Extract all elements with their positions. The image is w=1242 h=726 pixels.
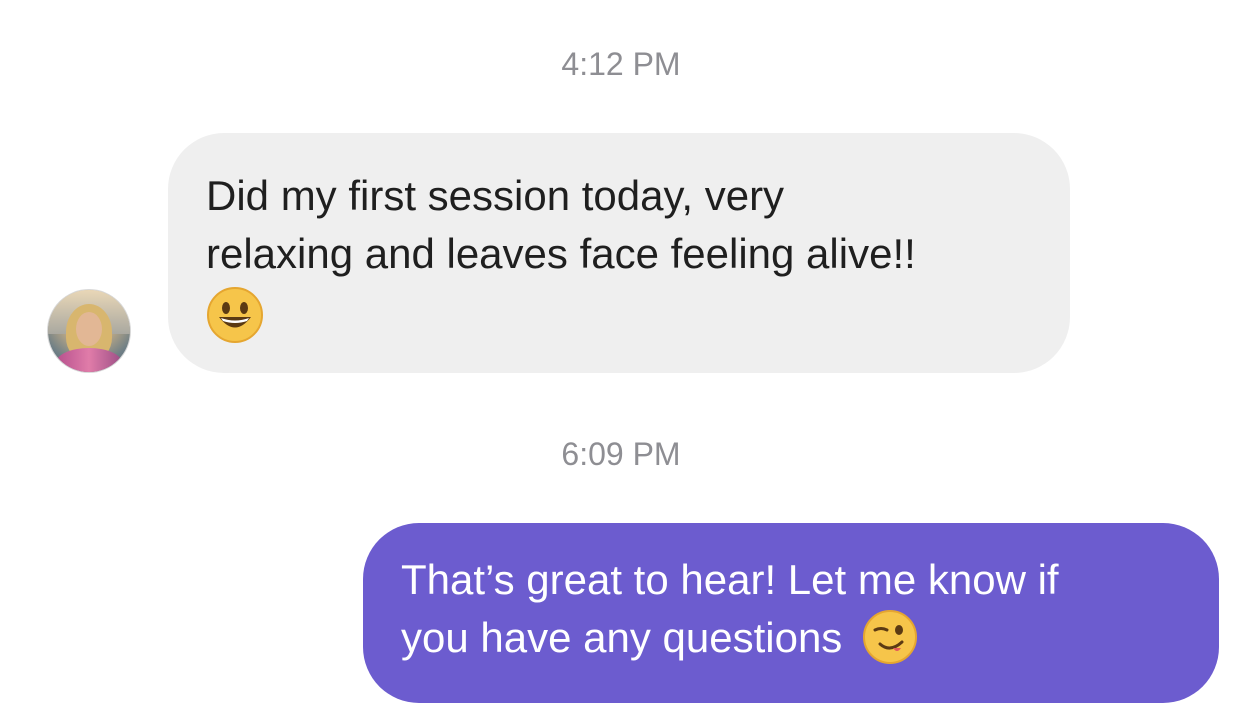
- message-line: relaxing and leaves face feeling alive!!: [206, 230, 916, 277]
- sender-avatar[interactable]: [48, 290, 130, 372]
- avatar-face: [76, 312, 102, 346]
- timestamp: 4:12 PM: [561, 46, 681, 82]
- avatar-body: [56, 348, 122, 372]
- timestamp: 6:09 PM: [561, 436, 681, 472]
- incoming-message-bubble[interactable]: Did my first session today, very relaxin…: [168, 133, 1070, 373]
- outgoing-message-bubble[interactable]: That’s great to hear! Let me know if you…: [363, 523, 1219, 703]
- message-line: Did my first session today, very: [206, 172, 785, 219]
- grinning-face-emoji: [206, 286, 264, 344]
- message-line: That’s great to hear! Let me know if: [401, 556, 1059, 603]
- winking-face-emoji: [862, 609, 918, 665]
- message-line: you have any questions: [401, 614, 843, 661]
